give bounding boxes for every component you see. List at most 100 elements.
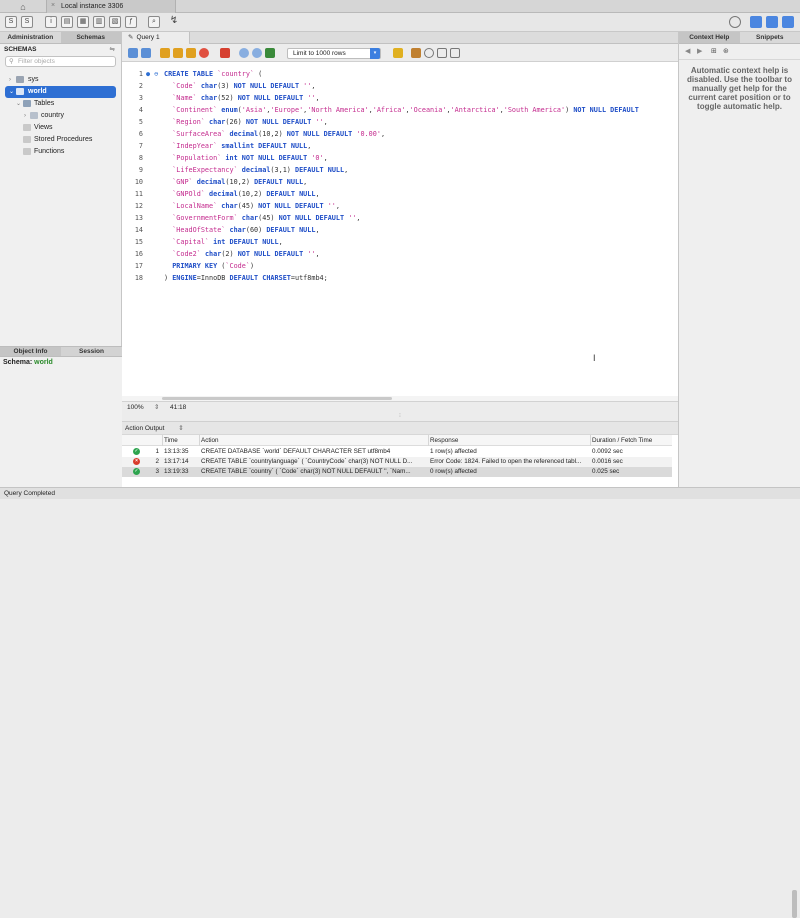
search-table-data-icon[interactable]: ⌕ [148, 16, 160, 28]
line-number: 6 [122, 128, 143, 140]
panel-splitter[interactable]: ⁝ [122, 413, 678, 421]
sql-editor[interactable]: 1● ⊖CREATE TABLE `country` (2 `Code` cha… [122, 62, 678, 401]
auto-help-icon[interactable]: ⊛ [723, 47, 729, 55]
tab-schemas[interactable]: Schemas [61, 32, 122, 43]
chevron-down-icon[interactable]: ⌄ [16, 98, 21, 110]
autocommit-icon[interactable] [265, 48, 275, 58]
limit-rows-select[interactable]: Limit to 1000 rows ▾ [287, 48, 381, 59]
execute-current-icon[interactable] [173, 48, 183, 58]
code-line[interactable]: 8 `Population` int NOT NULL DEFAULT '0', [122, 152, 678, 164]
rollback-icon[interactable] [252, 48, 262, 58]
code-line[interactable]: 5 `Region` char(26) NOT NULL DEFAULT '', [122, 116, 678, 128]
word-wrap-icon[interactable] [450, 48, 460, 58]
code-line[interactable]: 12 `LocalName` char(45) NOT NULL DEFAULT… [122, 200, 678, 212]
line-number: 13 [122, 212, 143, 224]
back-icon[interactable]: ◀ [685, 47, 690, 55]
connection-tab-bar: ⌂ × Local instance 3306 [0, 0, 800, 13]
table-cell: 13:17:14 [164, 457, 200, 467]
open-sql-script-icon[interactable]: S [21, 16, 33, 28]
chevron-down-icon: ▾ [370, 48, 380, 59]
tab-session[interactable]: Session [61, 347, 122, 356]
refresh-icon[interactable]: ⇋ [110, 44, 115, 55]
code-line[interactable]: 2 `Code` char(3) NOT NULL DEFAULT '', [122, 80, 678, 92]
tree-item-label: country [41, 110, 64, 122]
column-header-response[interactable]: Response [430, 435, 590, 446]
stop-icon[interactable] [199, 48, 209, 58]
chevron-down-icon[interactable]: ⌄ [9, 86, 14, 98]
commit-icon[interactable] [239, 48, 249, 58]
table-cell: 1 [145, 447, 159, 457]
table-row[interactable]: ✓113:13:35CREATE DATABASE `world` DEFAUL… [122, 447, 672, 457]
output-scrollbar[interactable] [792, 890, 797, 918]
tab-snippets[interactable]: Snippets [740, 32, 800, 43]
toggle-error-stop-icon[interactable] [220, 48, 230, 58]
tab-administration[interactable]: Administration [0, 32, 61, 43]
home-tab[interactable]: ⌂ [0, 0, 46, 13]
tree-item-views[interactable]: Views [0, 122, 121, 134]
tree-item-tables[interactable]: ⌄ Tables [0, 98, 121, 110]
home-icon[interactable]: ⌂ [20, 2, 25, 12]
filter-objects-input[interactable]: ⚲ Filter objects [5, 56, 116, 67]
table-row[interactable]: ×213:17:14CREATE TABLE `countrylanguage`… [122, 457, 672, 467]
chevron-updown-icon[interactable]: ⇕ [178, 425, 183, 432]
close-icon[interactable]: × [51, 2, 55, 9]
toggle-sidebar-icon[interactable] [750, 16, 762, 28]
tree-item-world[interactable]: ⌄ world [5, 86, 116, 98]
tree-item-stored-procedures[interactable]: Stored Procedures [0, 134, 121, 146]
code-line[interactable]: 10 `GNP` decimal(10,2) DEFAULT NULL, [122, 176, 678, 188]
tab-object-info[interactable]: Object Info [0, 347, 61, 356]
tab-context-help[interactable]: Context Help [679, 32, 740, 43]
create-view-icon[interactable]: ▥ [93, 16, 105, 28]
explain-icon[interactable] [186, 48, 196, 58]
create-function-icon[interactable]: ƒ [125, 16, 137, 28]
line-number: 7 [122, 140, 143, 152]
toggle-right-panel-icon[interactable] [782, 16, 794, 28]
search-icon[interactable] [424, 48, 434, 58]
create-table-icon[interactable]: ▦ [77, 16, 89, 28]
beautify-icon[interactable] [393, 48, 403, 58]
table-row[interactable]: ✓313:19:33CREATE TABLE `country` ( `Code… [122, 467, 672, 477]
forward-icon[interactable]: ▶ [697, 47, 702, 55]
code-line[interactable]: 17 PRIMARY KEY (`Code`) [122, 260, 678, 272]
chevron-right-icon[interactable]: › [24, 110, 26, 122]
tree-item-functions[interactable]: Functions [0, 146, 121, 158]
tree-item-country[interactable]: › country [0, 110, 121, 122]
code-line[interactable]: 13 `GovernmentForm` char(45) NOT NULL DE… [122, 212, 678, 224]
open-file-icon[interactable] [128, 48, 138, 58]
save-file-icon[interactable] [141, 48, 151, 58]
column-header-action[interactable]: Action [201, 435, 429, 446]
settings-gear-icon[interactable] [729, 16, 741, 28]
output-type-select[interactable]: Action Output [125, 425, 164, 432]
find-replace-icon[interactable] [411, 48, 421, 58]
tree-item-sys[interactable]: › sys [0, 74, 121, 86]
fold-marker-icon[interactable]: ● ⊖ [146, 68, 162, 80]
connection-tab[interactable]: × Local instance 3306 [46, 0, 176, 13]
code-line[interactable]: 4 `Continent` enum('Asia','Europe','Nort… [122, 104, 678, 116]
code-line[interactable]: 16 `Code2` char(2) NOT NULL DEFAULT '', [122, 248, 678, 260]
code-line[interactable]: 14 `HeadOfState` char(60) DEFAULT NULL, [122, 224, 678, 236]
scroll-thumb[interactable] [162, 397, 392, 400]
create-schema-icon[interactable]: ▤ [61, 16, 73, 28]
code-line[interactable]: 7 `IndepYear` smallint DEFAULT NULL, [122, 140, 678, 152]
chevron-right-icon[interactable]: › [9, 74, 11, 86]
new-sql-tab-icon[interactable]: S [5, 16, 17, 28]
code-line[interactable]: 6 `SurfaceArea` decimal(10,2) NOT NULL D… [122, 128, 678, 140]
code-line[interactable]: 15 `Capital` int DEFAULT NULL, [122, 236, 678, 248]
manual-help-icon[interactable]: ⊞ [711, 47, 717, 55]
code-line[interactable]: 3 `Name` char(52) NOT NULL DEFAULT '', [122, 92, 678, 104]
line-number: 3 [122, 92, 143, 104]
reconnect-icon[interactable]: ↯ [168, 16, 180, 28]
code-line[interactable]: 11 `GNPOld` decimal(10,2) DEFAULT NULL, [122, 188, 678, 200]
inspector-icon[interactable]: i [45, 16, 57, 28]
toggle-output-icon[interactable] [766, 16, 778, 28]
code-line[interactable]: 1● ⊖CREATE TABLE `country` ( [122, 68, 678, 80]
execute-icon[interactable] [160, 48, 170, 58]
tab-query-1[interactable]: ✎Query 1 [122, 32, 190, 44]
code-text: `HeadOfState` char(60) DEFAULT NULL, [164, 224, 320, 236]
column-header-time[interactable]: Time [164, 435, 200, 446]
create-procedure-icon[interactable]: ▧ [109, 16, 121, 28]
code-line[interactable]: 18) ENGINE=InnoDB DEFAULT CHARSET=utf8mb… [122, 272, 678, 284]
code-line[interactable]: 9 `LifeExpectancy` decimal(3,1) DEFAULT … [122, 164, 678, 176]
column-header-duration[interactable]: Duration / Fetch Time [592, 435, 672, 446]
invisible-chars-icon[interactable] [437, 48, 447, 58]
